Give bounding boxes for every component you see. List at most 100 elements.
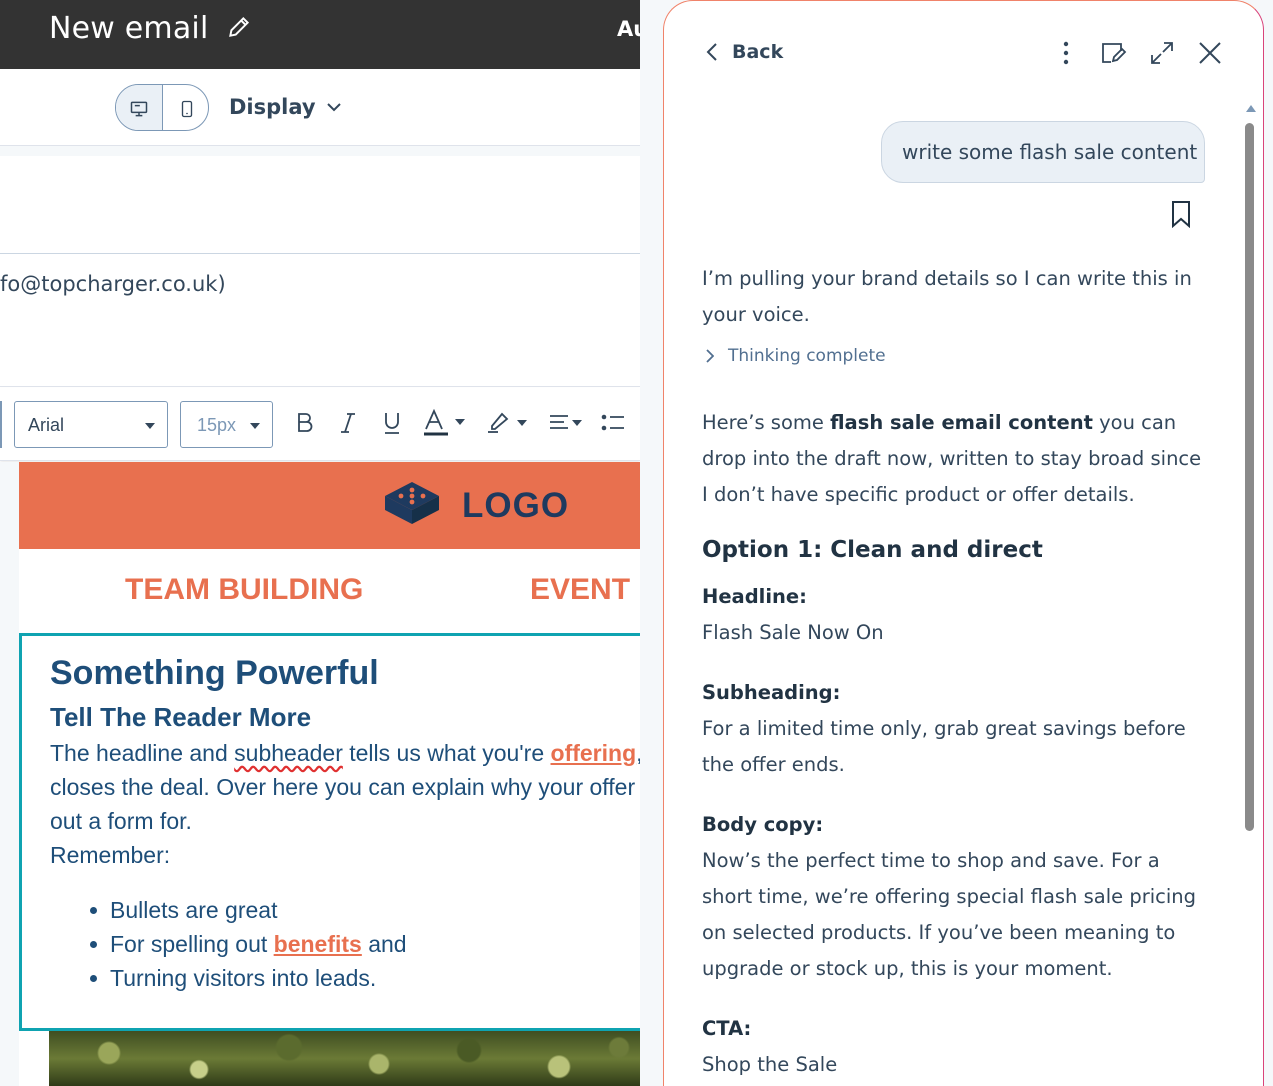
benefits-link[interactable]: benefits <box>274 931 362 957</box>
text-color-icon <box>424 409 465 436</box>
thinking-toggle[interactable]: Thinking complete <box>706 346 886 366</box>
list-item: For spelling out benefits and <box>90 927 407 961</box>
assistant-reply-line: your voice. <box>702 303 810 326</box>
mobile-view-button[interactable] <box>163 85 208 130</box>
back-button[interactable]: Back <box>706 41 783 63</box>
intro-text: you can <box>1092 411 1177 434</box>
bulleted-list-button[interactable] <box>600 408 626 438</box>
content-subheading: Tell The Reader More <box>50 702 312 732</box>
desktop-icon <box>130 101 148 116</box>
chevron-down-icon <box>326 103 341 112</box>
topbar-truncated-text: Au <box>617 17 640 41</box>
view-bar: Display <box>0 69 640 146</box>
underline-button[interactable] <box>382 408 402 438</box>
bookmark-icon[interactable] <box>1170 200 1192 228</box>
option-heading: Option 1: Clean and direct <box>702 537 1043 563</box>
subject-area[interactable] <box>0 156 640 254</box>
caret-down-icon <box>250 423 260 429</box>
chevron-left-icon <box>706 43 717 61</box>
italic-icon <box>341 413 355 433</box>
logo-dice-icon <box>385 482 439 524</box>
font-size-value: 15px <box>197 415 237 435</box>
more-options-icon[interactable] <box>1052 39 1080 67</box>
content-paragraph: The headline and subheader tells us what… <box>50 736 640 872</box>
underline-icon <box>385 413 399 434</box>
subheading-line: the offer ends. <box>702 753 845 776</box>
email-preview: LOGO TEAM BUILDING EVENT Something Power… <box>19 462 640 1086</box>
email-editor: New email Au Display fo@topcharger.co.uk… <box>0 0 640 1086</box>
cta-value: Shop the Sale <box>702 1053 838 1076</box>
bold-button[interactable] <box>296 408 314 438</box>
para-line: out a form for. <box>50 808 192 834</box>
para-line: closes the deal. Over here you can expla… <box>50 774 640 800</box>
list-item: Turning visitors into leads. <box>90 961 407 995</box>
para-text: The headline and <box>50 740 235 766</box>
mobile-icon <box>181 100 192 117</box>
misspelled-word: subheader <box>234 740 343 766</box>
intro-text: Here’s some <box>702 411 831 434</box>
section-gap <box>0 146 640 156</box>
headline-value: Flash Sale Now On <box>702 621 884 644</box>
bullet-text: For spelling out <box>110 931 274 957</box>
align-button[interactable] <box>548 408 586 438</box>
user-message-bubble: write some flash sale content <box>881 121 1205 183</box>
logo-band[interactable]: LOGO <box>19 462 640 549</box>
email-title: New email <box>49 11 209 46</box>
intro-line: I don’t have specific product or offer d… <box>702 483 1135 506</box>
new-chat-icon[interactable] <box>1099 39 1127 67</box>
panel-scrollbar[interactable] <box>1242 101 1256 1086</box>
text-color-button[interactable] <box>423 408 469 438</box>
content-heading: Something Powerful <box>50 654 379 692</box>
font-family-select[interactable]: Arial <box>14 401 168 448</box>
chevron-right-icon <box>706 349 714 363</box>
device-toggle <box>115 84 209 131</box>
edit-pencil-icon[interactable] <box>226 14 252 40</box>
scroll-thumb[interactable] <box>1245 123 1254 831</box>
hero-image[interactable] <box>49 1031 640 1086</box>
headline-label: Headline: <box>702 585 807 608</box>
nav-item-event[interactable]: EVENT <box>530 573 630 607</box>
list-item: Bullets are great <box>90 893 407 927</box>
app-root: New email Au Display fo@topcharger.co.uk… <box>0 0 1273 1086</box>
body-copy-line: Now’s the perfect time to shop and save.… <box>702 849 1160 872</box>
body-copy-line: short time, we’re offering special flash… <box>702 885 1197 908</box>
editor-topbar: New email Au <box>0 0 640 69</box>
para-text: tells us what you're <box>342 740 551 766</box>
display-label: Display <box>229 95 316 119</box>
highlight-button[interactable] <box>486 408 532 438</box>
bulleted-list-icon <box>601 414 624 431</box>
para-line: Remember: <box>50 842 171 868</box>
logo-text: LOGO <box>462 486 570 525</box>
nav-item-team-building[interactable]: TEAM BUILDING <box>125 573 363 607</box>
close-icon[interactable] <box>1196 39 1224 67</box>
body-copy-line: on selected products. If you’ve been mea… <box>702 921 1176 944</box>
font-family-value: Arial <box>28 415 65 435</box>
highlighter-icon <box>488 412 527 433</box>
from-address: fo@topcharger.co.uk) <box>0 272 226 296</box>
italic-button[interactable] <box>339 408 357 438</box>
offering-link[interactable]: offering <box>551 740 637 766</box>
font-size-select[interactable]: 15px <box>180 401 273 448</box>
email-nav: TEAM BUILDING EVENT <box>19 549 640 633</box>
intro-line: drop into the draft now, written to stay… <box>702 447 1202 470</box>
caret-down-icon <box>145 423 155 429</box>
body-copy-line: upgrade or stock up, this is your moment… <box>702 957 1113 980</box>
thinking-label: Thinking complete <box>728 346 886 366</box>
intro-bold: flash sale email content <box>830 411 1093 434</box>
toolbar-edge <box>0 401 2 448</box>
from-area[interactable]: fo@topcharger.co.uk) <box>0 255 640 387</box>
bullet-text: and <box>361 931 407 957</box>
desktop-view-button[interactable] <box>116 85 163 130</box>
selected-text-module[interactable]: Something Powerful Tell The Reader More … <box>19 633 640 1031</box>
intro-line: Here’s some flash sale email content you… <box>702 405 1176 441</box>
display-dropdown[interactable]: Display <box>229 95 342 119</box>
subheading-label: Subheading: <box>702 681 841 704</box>
rich-text-toolbar: Arial 15px <box>0 388 640 461</box>
back-label: Back <box>732 41 784 63</box>
para-text: , a <box>636 740 640 766</box>
content-bullets: Bullets are great For spelling out benef… <box>90 893 407 995</box>
scroll-up-icon[interactable] <box>1246 105 1256 112</box>
expand-icon[interactable] <box>1148 39 1176 67</box>
assistant-panel: Back write some flash sale content I’m p… <box>663 0 1264 1086</box>
bold-icon <box>298 413 313 432</box>
